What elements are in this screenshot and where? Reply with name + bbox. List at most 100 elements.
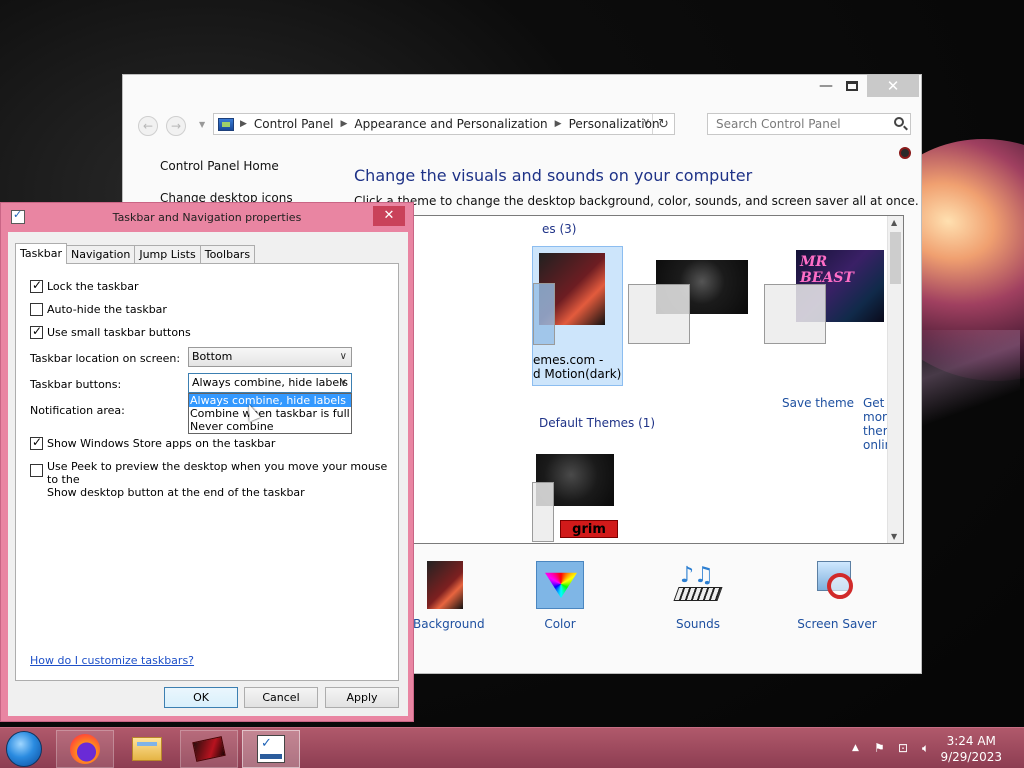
cancel-button[interactable]: Cancel — [244, 687, 318, 708]
minimize-button[interactable]: — — [813, 75, 839, 97]
theme-tile-poster[interactable]: MR BEAST — [762, 250, 886, 348]
address-bar[interactable]: ▶ Control Panel ▶ Appearance and Persona… — [213, 113, 675, 135]
maximize-icon — [846, 81, 858, 91]
theme-list[interactable]: es (3) emes.com - d Motion(dark) MR BEAS… — [413, 215, 904, 544]
color-label: Color — [544, 617, 576, 631]
sounds-icon: ♪♫ — [673, 561, 723, 609]
chevron-right-icon[interactable]: ▶ — [555, 119, 562, 129]
refresh-button[interactable]: ↻ — [652, 114, 674, 134]
taskbar-taskbar-properties[interactable] — [242, 730, 300, 768]
taskbar-file-explorer[interactable] — [118, 730, 176, 768]
navigation-bar: ← → ▼ ▶ Control Panel ▶ Appearance and P… — [123, 111, 921, 137]
theme-tile-selected[interactable]: emes.com - d Motion(dark) — [532, 246, 623, 386]
theme-tile-default[interactable]: grim — [532, 452, 622, 543]
dropdown-option[interactable]: Combine when taskbar is full — [189, 407, 351, 420]
peek-option[interactable]: Use Peek to preview the desktop when you… — [30, 460, 398, 499]
recent-locations-icon[interactable]: ▼ — [199, 120, 205, 129]
screen-saver-label: Screen Saver — [797, 617, 877, 631]
customize-help-link[interactable]: How do I customize taskbars? — [30, 654, 194, 667]
buttons-label: Taskbar buttons: — [30, 378, 122, 391]
back-arrow-icon: ← — [142, 119, 154, 133]
screen-saver-option[interactable]: Screen Saver — [797, 561, 877, 631]
peek-checkbox[interactable] — [30, 464, 43, 477]
dropdown-option[interactable]: Always combine, hide labels — [189, 394, 351, 407]
buttons-value: Always combine, hide labels — [192, 376, 348, 389]
theme-tile-dark[interactable] — [626, 256, 750, 348]
scroll-up-icon[interactable]: ▲ — [891, 218, 897, 227]
poster-text: MR BEAST — [800, 254, 854, 286]
graphics-card-icon — [192, 736, 226, 762]
chevron-down-icon[interactable]: ∨ — [643, 117, 650, 128]
volume-icon[interactable]: 🔈︎ — [922, 741, 929, 756]
system-clock[interactable]: 3:24 AM 9/29/2023 — [940, 733, 1002, 765]
dropdown-option[interactable]: Never combine — [189, 420, 351, 433]
store-apps-label: Show Windows Store apps on the taskbar — [47, 437, 276, 450]
dialog-title: Taskbar and Navigation properties — [112, 211, 302, 224]
tab-navigation[interactable]: Navigation — [66, 245, 136, 264]
control-panel-icon — [218, 117, 234, 131]
clock-time: 3:24 AM — [946, 734, 996, 748]
auto-hide-checkbox[interactable] — [30, 303, 43, 316]
auto-hide-option[interactable]: Auto-hide the taskbar — [30, 303, 167, 316]
background-option[interactable]: Background — [413, 561, 485, 631]
forward-arrow-icon: → — [170, 119, 182, 133]
peek-label-line2: Show desktop button at the end of the ta… — [47, 486, 305, 499]
tab-toolbars[interactable]: Toolbars — [199, 245, 256, 264]
sidebar-link-home[interactable]: Control Panel Home — [160, 159, 293, 173]
dialog-close-button[interactable]: ✕ — [373, 206, 405, 226]
back-button[interactable]: ← — [138, 116, 158, 136]
page-description: Click a theme to change the desktop back… — [354, 194, 919, 208]
taskbar-personalization[interactable] — [180, 730, 238, 768]
theme-preview-window — [532, 482, 554, 542]
forward-button[interactable]: → — [166, 116, 186, 136]
buttons-select[interactable]: Always combine, hide labels ∨ — [188, 373, 352, 393]
chevron-down-icon: ∨ — [339, 377, 347, 388]
tab-taskbar[interactable]: Taskbar — [15, 243, 67, 264]
firefox-icon — [70, 734, 100, 764]
scroll-down-icon[interactable]: ▼ — [891, 532, 897, 541]
search-icon — [894, 117, 904, 127]
breadcrumb-control-panel[interactable]: Control Panel — [254, 117, 334, 131]
show-hidden-icons[interactable]: ▲ — [852, 743, 859, 753]
network-icon[interactable]: ⊡ — [898, 741, 908, 755]
lock-taskbar-label: Lock the taskbar — [47, 280, 139, 293]
screen-saver-icon — [813, 561, 861, 609]
apply-button[interactable]: Apply — [325, 687, 399, 708]
help-icon[interactable] — [899, 147, 911, 159]
refresh-icon: ↻ — [658, 116, 669, 132]
close-button[interactable]: ✕ — [867, 75, 919, 97]
theme-list-scrollbar[interactable]: ▲ ▼ — [887, 216, 903, 543]
start-button[interactable] — [6, 731, 42, 767]
location-select[interactable]: Bottom ∨ — [188, 347, 352, 367]
chevron-right-icon[interactable]: ▶ — [240, 119, 247, 129]
lock-taskbar-checkbox[interactable] — [30, 278, 43, 293]
store-apps-option[interactable]: Show Windows Store apps on the taskbar — [30, 435, 276, 450]
grim-logo: grim — [560, 520, 618, 538]
window-titlebar[interactable]: — ✕ — [123, 75, 921, 105]
color-icon — [536, 561, 584, 609]
breadcrumb-appearance[interactable]: Appearance and Personalization — [354, 117, 547, 131]
store-apps-checkbox[interactable] — [30, 435, 43, 450]
chevron-right-icon[interactable]: ▶ — [341, 119, 348, 129]
sounds-option[interactable]: ♪♫ Sounds — [665, 561, 731, 631]
tab-jump-lists[interactable]: Jump Lists — [134, 245, 201, 264]
ok-button[interactable]: OK — [164, 687, 238, 708]
default-themes-group-title: Default Themes (1) — [539, 416, 656, 430]
tab-strip: Taskbar Navigation Jump Lists Toolbars — [15, 243, 256, 264]
taskbar: ▲ ⚑ ⊡ 🔈︎ 3:24 AM 9/29/2023 — [0, 727, 1024, 768]
buttons-dropdown-list: Always combine, hide labels Combine when… — [188, 393, 352, 434]
small-buttons-checkbox[interactable] — [30, 324, 43, 339]
color-option[interactable]: Color — [527, 561, 593, 631]
search-input[interactable]: Search Control Panel — [707, 113, 911, 135]
lock-taskbar-option[interactable]: Lock the taskbar — [30, 278, 139, 293]
save-theme-link[interactable]: Save theme — [782, 396, 854, 410]
taskbar-tab-panel: Lock the taskbar Auto-hide the taskbar U… — [15, 263, 399, 681]
location-label: Taskbar location on screen: — [30, 352, 181, 365]
location-value: Bottom — [192, 350, 233, 363]
scroll-thumb[interactable] — [890, 232, 901, 284]
theme-name-line2: d Motion(dark) — [533, 367, 622, 381]
taskbar-firefox[interactable] — [56, 730, 114, 768]
maximize-button[interactable] — [839, 75, 865, 97]
small-buttons-option[interactable]: Use small taskbar buttons — [30, 324, 191, 339]
action-center-flag-icon[interactable]: ⚑ — [874, 741, 885, 755]
